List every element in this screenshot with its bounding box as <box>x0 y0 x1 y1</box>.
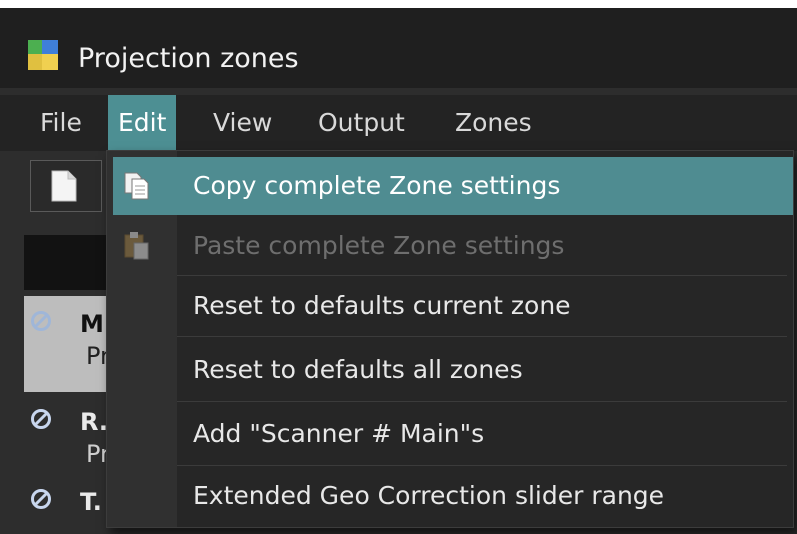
menu-item-label: Copy complete Zone settings <box>193 171 561 200</box>
menu-item-label: Paste complete Zone settings <box>193 231 565 260</box>
menu-zones[interactable]: Zones <box>445 95 542 151</box>
window-title: Projection zones <box>78 43 299 74</box>
new-document-button[interactable] <box>30 160 102 212</box>
paste-icon <box>124 232 149 260</box>
menu-item-label: Reset to defaults current zone <box>193 291 571 320</box>
menu-file[interactable]: File <box>30 95 92 151</box>
zone-list-item[interactable]: M Pr <box>24 296 114 392</box>
menu-item-reset-all-zones[interactable]: Reset to defaults all zones <box>113 341 793 399</box>
menu-separator <box>177 336 787 337</box>
new-document-icon <box>51 170 77 202</box>
menu-separator <box>177 465 787 466</box>
menu-bar: File Edit View Output Zones <box>0 95 797 151</box>
zone-title: T. <box>80 488 102 516</box>
title-bar: Projection zones <box>0 0 797 88</box>
disabled-circle-icon <box>31 489 51 509</box>
copy-icon <box>124 172 149 200</box>
menu-item-label: Reset to defaults all zones <box>193 355 523 384</box>
zone-list-item[interactable]: R. Pr <box>24 394 114 474</box>
menu-item-reset-current-zone[interactable]: Reset to defaults current zone <box>113 277 793 335</box>
projection-zones-window: Projection zones File Edit View Output Z… <box>0 0 797 534</box>
zone-list-item[interactable]: T. <box>24 474 114 534</box>
disabled-circle-icon <box>31 409 51 429</box>
menu-output[interactable]: Output <box>308 95 415 151</box>
menu-separator <box>177 275 787 276</box>
zone-title: M <box>80 310 104 338</box>
disabled-circle-icon <box>31 311 51 331</box>
menu-item-extended-geo-correction[interactable]: Extended Geo Correction slider range <box>113 467 793 525</box>
zones-list-header <box>24 235 114 290</box>
menu-item-label: Add "Scanner # Main"s <box>193 419 485 448</box>
menu-item-label: Extended Geo Correction slider range <box>193 481 665 510</box>
menu-item-add-scanner-main[interactable]: Add "Scanner # Main"s <box>113 405 793 463</box>
menu-item-copy-zone-settings[interactable]: Copy complete Zone settings <box>113 157 793 215</box>
menu-view[interactable]: View <box>203 95 282 151</box>
edit-menu-dropdown: Copy complete Zone settings Paste comple… <box>106 150 794 528</box>
menu-separator <box>177 401 787 402</box>
zone-title: R. <box>80 408 109 436</box>
menu-edit[interactable]: Edit <box>108 95 177 151</box>
projection-zones-app-icon <box>28 40 58 70</box>
menu-item-paste-zone-settings[interactable]: Paste complete Zone settings <box>113 217 793 275</box>
